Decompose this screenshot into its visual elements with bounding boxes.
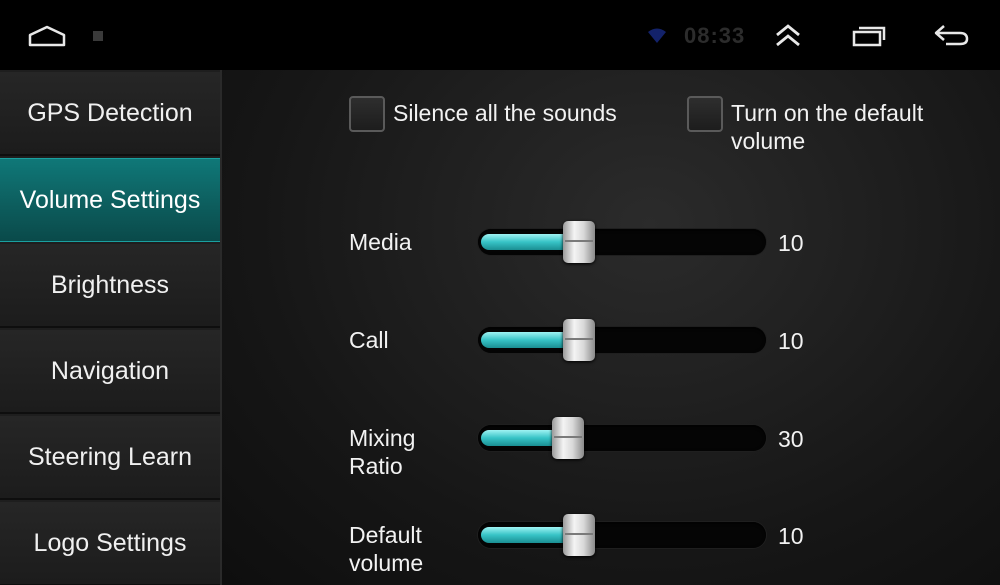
mixing-ratio-label: Mixing Ratio — [349, 425, 416, 479]
silence-all-label: Silence all the sounds — [393, 100, 617, 126]
mixing-ratio-slider-thumb[interactable] — [552, 417, 584, 459]
sidebar-item-label: Brightness — [50, 270, 170, 299]
default-volume-label: Turn on the default volume — [731, 100, 924, 154]
sidebar-item-navigation[interactable]: Navigation — [0, 330, 220, 414]
sidebar-item-label: Logo Settings — [33, 528, 187, 557]
status-bar: 08:33 — [0, 0, 1000, 70]
back-arrow-icon — [934, 25, 969, 46]
call-label: Call — [349, 327, 389, 353]
volume-settings-panel: Silence all the sounds Turn on the defau… — [222, 70, 1000, 585]
sidebar-item-logo-settings[interactable]: Logo Settings — [0, 502, 220, 585]
media-value: 10 — [778, 230, 804, 256]
settings-sidebar: GPS Detection Volume Settings Brightness… — [0, 70, 222, 585]
default-volume-slider-thumb[interactable] — [563, 514, 595, 556]
notification-icon — [90, 28, 106, 44]
media-label: Media — [349, 229, 412, 255]
default-volume-checkbox[interactable] — [687, 96, 723, 132]
call-slider-thumb[interactable] — [563, 319, 595, 361]
back-button[interactable] — [928, 18, 974, 52]
sidebar-item-gps-detection[interactable]: GPS Detection — [0, 72, 220, 156]
default-volume-value: 10 — [778, 523, 804, 549]
call-value: 10 — [778, 328, 804, 354]
silence-all-checkbox[interactable] — [349, 96, 385, 132]
wifi-icon — [646, 26, 668, 46]
recent-apps-button[interactable] — [846, 20, 892, 52]
double-chevron-up-icon — [776, 24, 800, 47]
sidebar-item-label: Navigation — [50, 356, 170, 385]
default-volume-option[interactable]: Turn on the default volume — [687, 96, 947, 155]
sidebar-item-brightness[interactable]: Brightness — [0, 244, 220, 328]
recent-apps-icon — [852, 26, 886, 47]
sidebar-item-volume-settings[interactable]: Volume Settings — [0, 158, 220, 242]
default-volume-slider-label: Default volume — [349, 522, 424, 576]
home-button[interactable] — [22, 20, 72, 52]
home-icon — [28, 25, 66, 47]
silence-all-option[interactable]: Silence all the sounds — [349, 96, 617, 132]
call-slider[interactable] — [478, 319, 766, 361]
status-clock: 08:33 — [684, 23, 746, 48]
media-slider[interactable] — [478, 221, 766, 263]
sidebar-item-label: Volume Settings — [19, 185, 201, 214]
sidebar-item-label: Steering Learn — [27, 442, 192, 471]
sidebar-item-steering-learn[interactable]: Steering Learn — [0, 416, 220, 500]
mixing-ratio-value: 30 — [778, 426, 804, 452]
media-slider-thumb[interactable] — [563, 221, 595, 263]
mixing-ratio-slider[interactable] — [478, 417, 766, 459]
sidebar-item-label: GPS Detection — [27, 98, 193, 127]
default-volume-slider[interactable] — [478, 514, 766, 556]
expand-button[interactable] — [766, 18, 810, 52]
